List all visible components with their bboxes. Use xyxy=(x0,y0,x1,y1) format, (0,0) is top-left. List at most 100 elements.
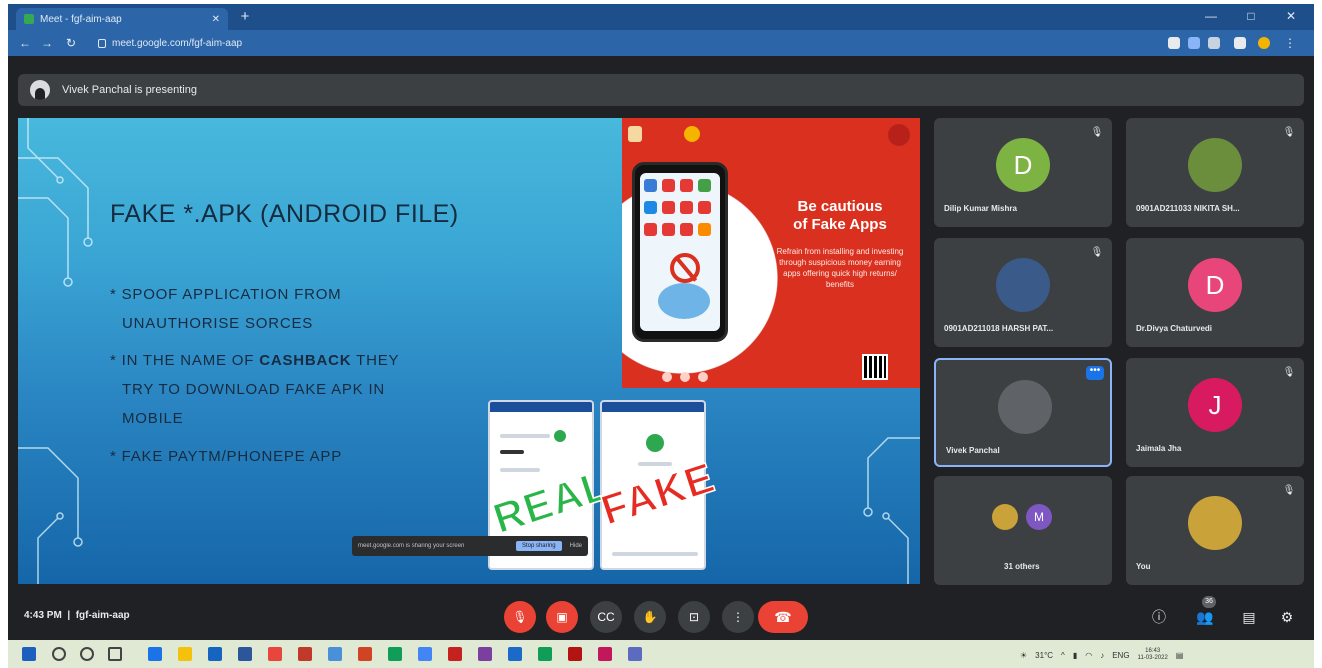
volume-icon[interactable]: ♪ xyxy=(1100,651,1104,660)
qr-code xyxy=(862,354,888,380)
camera-indicator-icon[interactable] xyxy=(1168,37,1180,49)
app-icon[interactable] xyxy=(628,647,642,661)
app-header xyxy=(490,402,592,412)
police-logo-icon xyxy=(684,126,700,142)
participant-name: Dilip Kumar Mishra xyxy=(944,204,1017,213)
bullet-1-line2: UNAUTHORISE SORCES xyxy=(122,315,314,332)
present-button[interactable]: ⊡ xyxy=(678,601,710,633)
minimize-button[interactable]: — xyxy=(1198,7,1224,25)
app-icon[interactable] xyxy=(298,647,312,661)
participant-photo xyxy=(1188,138,1242,192)
file-explorer-icon[interactable] xyxy=(178,647,192,661)
hide-button[interactable]: Hide xyxy=(570,543,582,549)
share-icon[interactable] xyxy=(1188,37,1200,49)
word-icon[interactable] xyxy=(238,647,252,661)
bullet-marker: * xyxy=(110,352,122,369)
stop-sharing-button[interactable]: Stop sharing xyxy=(515,541,562,551)
app-icon[interactable] xyxy=(448,647,462,661)
app-icon xyxy=(662,201,675,214)
app-icon[interactable] xyxy=(328,647,342,661)
app-icon[interactable] xyxy=(538,647,552,661)
app-icon xyxy=(680,179,693,192)
more-options-icon[interactable]: ••• xyxy=(1086,366,1104,380)
participant-tile[interactable]: 🎙 D Dilip Kumar Mishra xyxy=(934,118,1112,227)
text-line xyxy=(500,434,550,438)
chrome-icon[interactable] xyxy=(268,647,282,661)
browser-menu-icon[interactable]: ⋮ xyxy=(1284,37,1296,49)
back-button[interactable]: ← xyxy=(16,34,34,52)
app-icon[interactable] xyxy=(418,647,432,661)
language-indicator[interactable]: ENG xyxy=(1112,651,1129,660)
meeting-code: fgf-aim-aap xyxy=(75,610,130,621)
more-options-button[interactable]: ⋮ xyxy=(722,601,754,633)
text-line xyxy=(500,468,540,472)
meeting-controls: 4:43 PM | fgf-aim-aap 🎙 ▣ CC ✋ ⊡ ⋮ ☎ ⓘ 👥… xyxy=(8,594,1314,640)
address-bar[interactable]: meet.google.com/fgf-aim-aap xyxy=(98,34,798,52)
amount-line xyxy=(500,450,524,454)
new-tab-button[interactable]: + xyxy=(236,8,254,26)
participant-tile[interactable]: 🎙 0901AD211033 NIKITA SH... xyxy=(1126,118,1304,227)
battery-icon[interactable]: ▮ xyxy=(1073,651,1077,660)
edge-icon[interactable] xyxy=(148,647,162,661)
mic-off-icon: 🎙 xyxy=(1090,247,1104,258)
maximize-button[interactable]: □ xyxy=(1238,7,1264,25)
app-icon[interactable] xyxy=(598,647,612,661)
meeting-details-icon[interactable]: ⓘ xyxy=(1148,606,1170,628)
app-icon[interactable] xyxy=(508,647,522,661)
presenting-text: Vivek Panchal is presenting xyxy=(62,84,197,96)
camera-toggle-button[interactable]: ▣ xyxy=(546,601,578,633)
share-message: meet.google.com is sharing your screen xyxy=(358,543,465,549)
chat-icon[interactable]: ▤ xyxy=(1238,606,1260,628)
activities-icon[interactable]: ⚙ xyxy=(1276,606,1298,628)
clock-date: 11-03-2022 xyxy=(1137,655,1168,661)
cortana-icon[interactable] xyxy=(80,647,94,661)
wifi-icon[interactable]: ◠ xyxy=(1085,651,1092,660)
participant-tile[interactable]: D Dr.Divya Chaturvedi xyxy=(1126,238,1304,347)
participant-tile[interactable]: 🎙 J Jaimala Jha xyxy=(1126,358,1304,467)
app-icon xyxy=(644,201,657,214)
captions-button[interactable]: CC xyxy=(590,601,622,633)
onenote-icon[interactable] xyxy=(478,647,492,661)
clock[interactable]: 16:43 11-03-2022 xyxy=(1138,648,1168,662)
shared-screen[interactable]: FAKE *.APK (ANDROID FILE) * SPOOF APPLIC… xyxy=(18,118,920,584)
forward-button[interactable]: → xyxy=(38,34,56,52)
social-icon xyxy=(698,372,708,382)
browser-tab[interactable]: Meet - fgf-aim-aap ✕ xyxy=(16,8,228,30)
participant-name: Dr.Divya Chaturvedi xyxy=(1136,324,1213,333)
task-view-icon[interactable] xyxy=(108,647,122,661)
reload-button[interactable]: ↻ xyxy=(62,34,80,52)
app-icon[interactable] xyxy=(388,647,402,661)
participant-tile-active-speaker[interactable]: ••• Vivek Panchal xyxy=(934,358,1112,467)
forbidden-sign-icon xyxy=(670,253,700,283)
notifications-icon[interactable]: ▤ xyxy=(1176,651,1184,660)
participant-tile[interactable]: 🎙 0901AD211018 HARSH PAT... xyxy=(934,238,1112,347)
extensions-puzzle-icon[interactable] xyxy=(1234,37,1246,49)
store-icon[interactable] xyxy=(208,647,222,661)
bullet-2-line3: MOBILE xyxy=(122,410,184,427)
lock-icon xyxy=(98,38,106,48)
raise-hand-button[interactable]: ✋ xyxy=(634,601,666,633)
search-icon[interactable] xyxy=(52,647,66,661)
bookmark-star-icon[interactable] xyxy=(1208,37,1220,49)
weather-icon[interactable]: ☀ xyxy=(1020,651,1027,660)
participant-photo xyxy=(992,504,1018,530)
people-icon[interactable]: 👥 xyxy=(1194,606,1216,628)
windows-start-icon[interactable] xyxy=(22,647,36,661)
bullet-1-line1: SPOOF APPLICATION FROM xyxy=(121,286,342,303)
tab-close-icon[interactable]: ✕ xyxy=(212,14,220,25)
acrobat-icon[interactable] xyxy=(568,647,582,661)
check-icon xyxy=(554,430,566,442)
powerpoint-icon[interactable] xyxy=(358,647,372,661)
self-tile[interactable]: 🎙 You xyxy=(1126,476,1304,585)
poster-body-text: Refrain from installing and investing th… xyxy=(776,247,904,289)
end-call-button[interactable]: ☎ xyxy=(758,601,808,633)
url-text: meet.google.com/fgf-aim-aap xyxy=(112,37,243,49)
window-close-button[interactable]: ✕ xyxy=(1278,7,1304,25)
others-tile[interactable]: M 31 others xyxy=(934,476,1112,585)
app-icon xyxy=(644,179,657,192)
national-emblem-icon xyxy=(628,126,642,142)
profile-avatar[interactable] xyxy=(1258,37,1270,49)
tray-chevron-icon[interactable]: ^ xyxy=(1061,651,1065,660)
mic-toggle-button[interactable]: 🎙 xyxy=(504,601,536,633)
social-icon xyxy=(662,372,672,382)
